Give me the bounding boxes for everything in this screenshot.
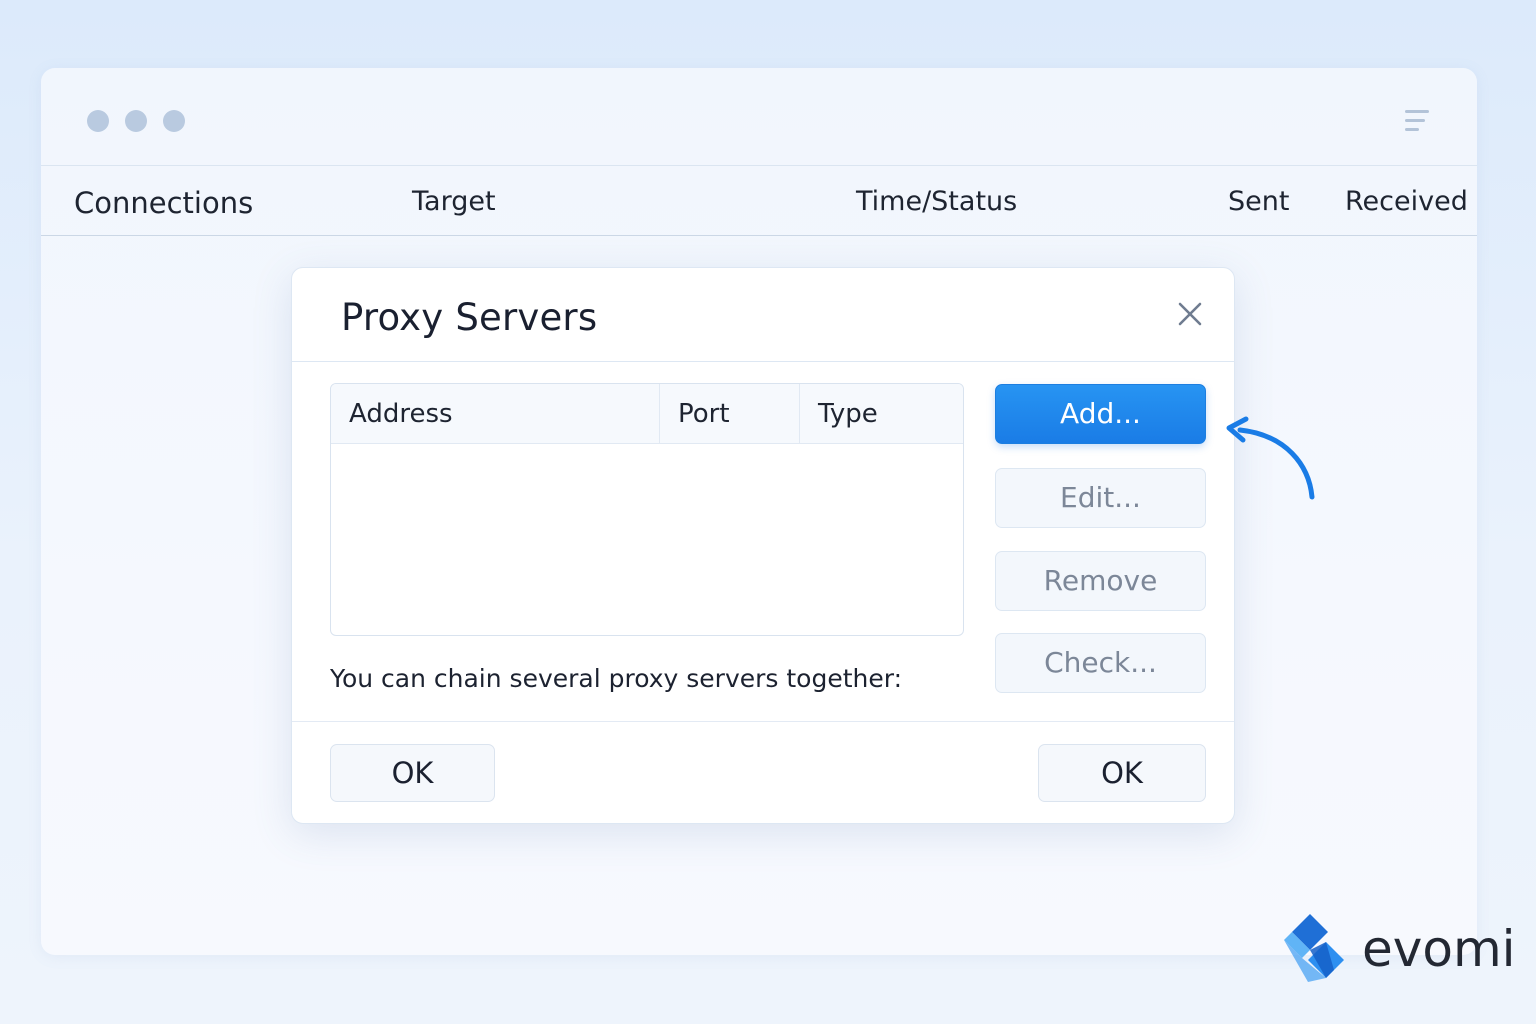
- ok-button-right[interactable]: OK: [1038, 744, 1206, 802]
- window-dot-icon[interactable]: [87, 110, 109, 132]
- column-target[interactable]: Target: [412, 186, 496, 217]
- header-port[interactable]: Port: [660, 384, 800, 444]
- remove-button[interactable]: Remove: [995, 551, 1206, 611]
- header-address[interactable]: Address: [331, 384, 660, 444]
- menu-lines-icon[interactable]: [1405, 110, 1431, 136]
- evomi-logo-icon: [1280, 912, 1360, 987]
- edit-button[interactable]: Edit...: [995, 468, 1206, 528]
- close-icon[interactable]: [1178, 302, 1202, 326]
- proxy-servers-dialog: Proxy Servers Address Port Type You can …: [291, 267, 1235, 824]
- brand-name: evomi: [1362, 920, 1516, 978]
- window-dot-icon[interactable]: [125, 110, 147, 132]
- check-button[interactable]: Check...: [995, 633, 1206, 693]
- dialog-footer-divider: [292, 721, 1234, 722]
- curved-arrow-icon: [1222, 410, 1322, 510]
- header-type[interactable]: Type: [800, 384, 963, 444]
- evomi-logo: evomi: [1280, 912, 1516, 992]
- add-button[interactable]: Add...: [995, 384, 1206, 444]
- ok-button-left[interactable]: OK: [330, 744, 495, 802]
- dialog-title: Proxy Servers: [341, 296, 598, 339]
- column-received[interactable]: Received: [1345, 186, 1468, 217]
- column-connections[interactable]: Connections: [74, 186, 253, 220]
- column-time-status[interactable]: Time/Status: [856, 186, 1017, 217]
- title-bar: [41, 68, 1477, 166]
- table-body[interactable]: [331, 444, 963, 635]
- column-sent[interactable]: Sent: [1228, 186, 1289, 217]
- proxy-list-table[interactable]: Address Port Type: [330, 383, 964, 636]
- table-header: Address Port Type: [331, 384, 963, 444]
- connections-column-header: Connections Target Time/Status Sent Rece…: [41, 166, 1477, 236]
- chain-note: You can chain several proxy servers toge…: [330, 664, 903, 693]
- dialog-header-divider: [292, 361, 1234, 362]
- window-dot-icon[interactable]: [163, 110, 185, 132]
